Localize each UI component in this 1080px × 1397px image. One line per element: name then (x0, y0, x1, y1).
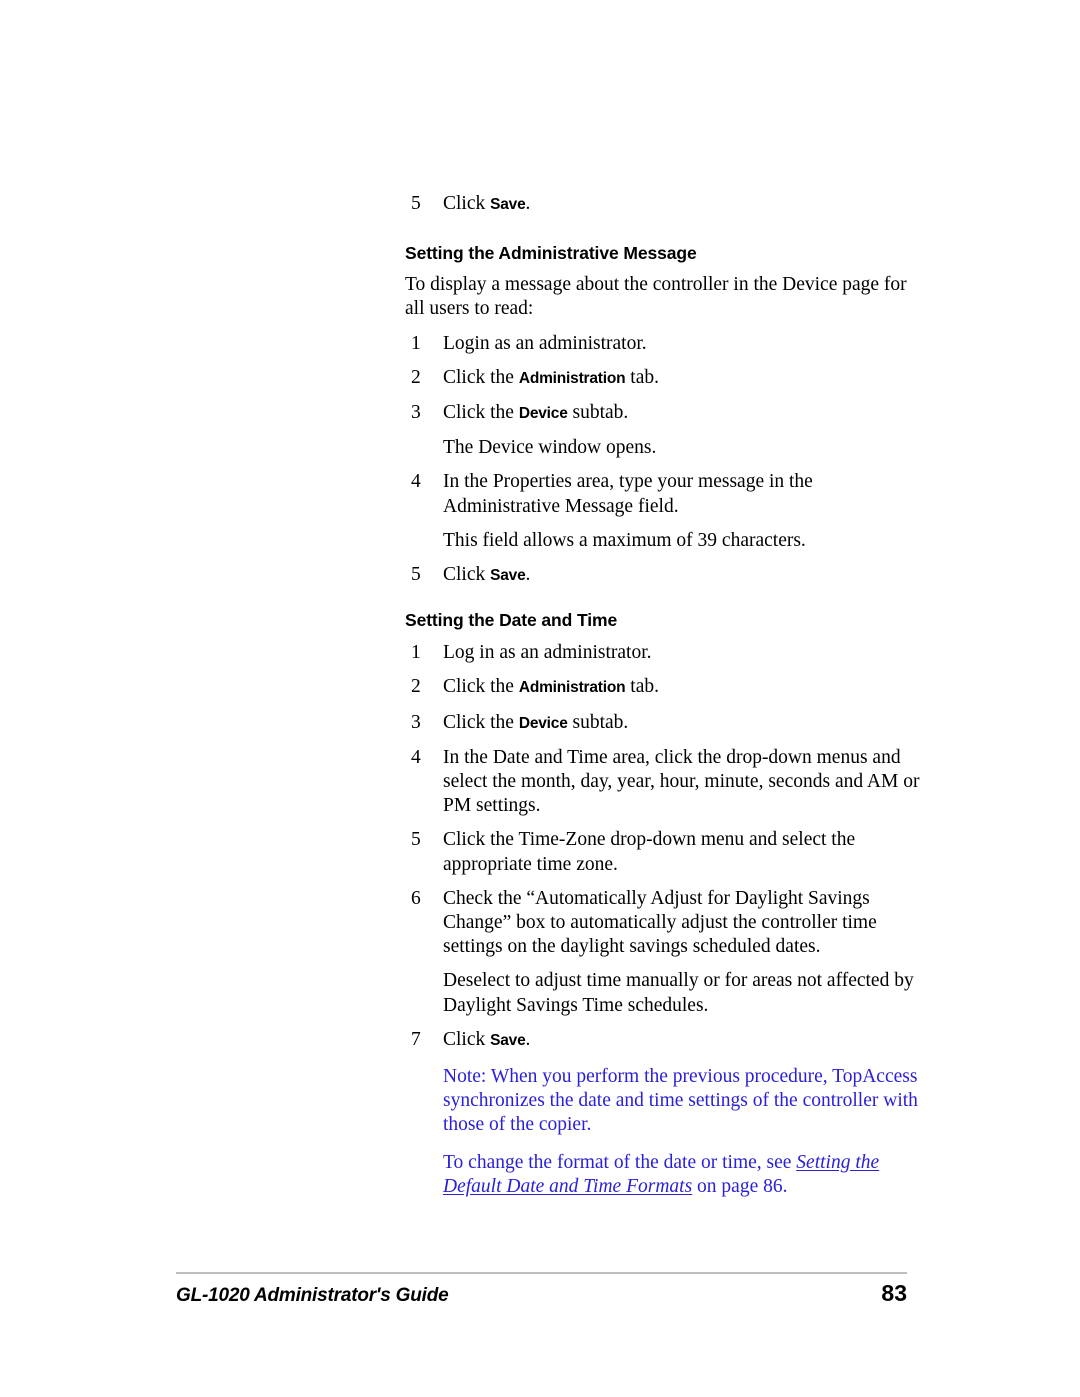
step-text: Login as an administrator. (443, 332, 647, 354)
step-text: Click Save. (443, 563, 920, 588)
step-text-pre: Click (443, 564, 491, 586)
list-item: 3 Click the Device subtab. (405, 711, 920, 736)
step-text-post: subtab. (567, 711, 629, 733)
list-item: 6 Check the “Automatically Adjust for Da… (405, 887, 920, 960)
step-text-post: . (525, 193, 531, 214)
list-item: 7 Click Save. (405, 1028, 920, 1053)
ui-label-save: Save (490, 1031, 526, 1049)
section-heading-administrative-message: Setting the Administrative Message (405, 243, 697, 264)
list-item: 4 In the Properties area, type your mess… (405, 470, 920, 518)
step-number: 6 (411, 887, 421, 909)
note-text-pre: To change the format of the date or time… (443, 1151, 797, 1173)
step-number: 5 (411, 193, 421, 214)
list-item: 5 Click the Time-Zone drop-down menu and… (405, 828, 920, 876)
list-item: 1 Log in as an administrator. (405, 641, 920, 665)
step-text-post: subtab. (567, 402, 629, 424)
list-item: 5 Click Save. (405, 192, 920, 217)
note-paragraph: Note: When you perform the previous proc… (443, 1066, 918, 1136)
step-text-pre: Click the (443, 402, 519, 424)
ui-label-device: Device (518, 405, 568, 423)
step-number: 4 (411, 471, 421, 493)
list-item: 2 Click the Administration tab. (405, 366, 920, 391)
step-text: Click the Time-Zone drop-down menu and s… (443, 829, 856, 875)
step-number: 2 (411, 676, 421, 698)
list-item: 3 Click the Device subtab. (405, 401, 920, 426)
step-text: In the Properties area, type your messag… (443, 471, 813, 517)
step-text-pre: Click the (443, 366, 519, 388)
step-number: 3 (411, 711, 421, 733)
document-page: 5 Click Save. Setting the Administrative… (0, 0, 1080, 1397)
list-item: 4 In the Date and Time area, click the d… (405, 746, 920, 819)
step-text: In the Date and Time area, click the dro… (443, 746, 920, 817)
footer-document-title: GL-1020 Administrator's Guide (176, 1285, 449, 1306)
ui-label-administration: Administration (518, 679, 626, 697)
step-number: 7 (411, 1028, 421, 1050)
step-text: Check the “Automatically Adjust for Dayl… (443, 887, 877, 958)
step-number: 5 (411, 829, 421, 851)
step-result-text: This field allows a maximum of 39 charac… (443, 529, 806, 551)
note-text-post: on page 86. (692, 1175, 788, 1197)
step-text-pre: Click (443, 1028, 491, 1050)
ui-label-administration: Administration (518, 369, 626, 387)
step-number: 1 (411, 642, 421, 664)
step-number: 2 (411, 366, 421, 388)
page-content: 5 Click Save. Setting the Administrative… (405, 182, 920, 1199)
page-footer: GL-1020 Administrator's Guide 83 (176, 1280, 907, 1307)
list-item: 1 Login as an administrator. (405, 332, 920, 356)
section-intro-paragraph: To display a message about the controlle… (405, 274, 907, 320)
step-text: Click the Device subtab. (443, 711, 920, 736)
footer-page-number: 83 (881, 1280, 907, 1306)
step-text: Click Save. (443, 192, 920, 217)
step-text: Click the Device subtab. (443, 401, 920, 426)
footer-divider (176, 1272, 907, 1274)
ui-label-save: Save (490, 196, 526, 213)
step-text: Click the Administration tab. (443, 366, 920, 391)
note-crossreference-paragraph: To change the format of the date or time… (405, 1151, 920, 1199)
step-text-pre: Click the (443, 676, 519, 698)
step-number: 1 (411, 332, 421, 354)
step-number: 3 (411, 402, 421, 424)
step-text-pre: Click the (443, 711, 519, 733)
step-text: Click the Administration tab. (443, 675, 920, 700)
step-text: Log in as an administrator. (443, 642, 652, 664)
step-result-text: Deselect to adjust time manually or for … (443, 970, 914, 1016)
step-text-post: tab. (625, 676, 659, 698)
section-heading-date-and-time: Setting the Date and Time (405, 610, 618, 631)
step-text-post: . (525, 564, 531, 586)
step-text-post: tab. (625, 366, 659, 388)
step-text: Click Save. (443, 1028, 920, 1053)
list-item: 2 Click the Administration tab. (405, 675, 920, 700)
ui-label-save: Save (490, 567, 526, 585)
list-item: 5 Click Save. (405, 563, 920, 588)
step-text-post: . (525, 1028, 531, 1050)
step-number: 5 (411, 564, 421, 586)
step-text-pre: Click (443, 193, 491, 214)
step-result-text: The Device window opens. (443, 437, 657, 459)
ui-label-device: Device (518, 714, 568, 732)
step-number: 4 (411, 746, 421, 768)
